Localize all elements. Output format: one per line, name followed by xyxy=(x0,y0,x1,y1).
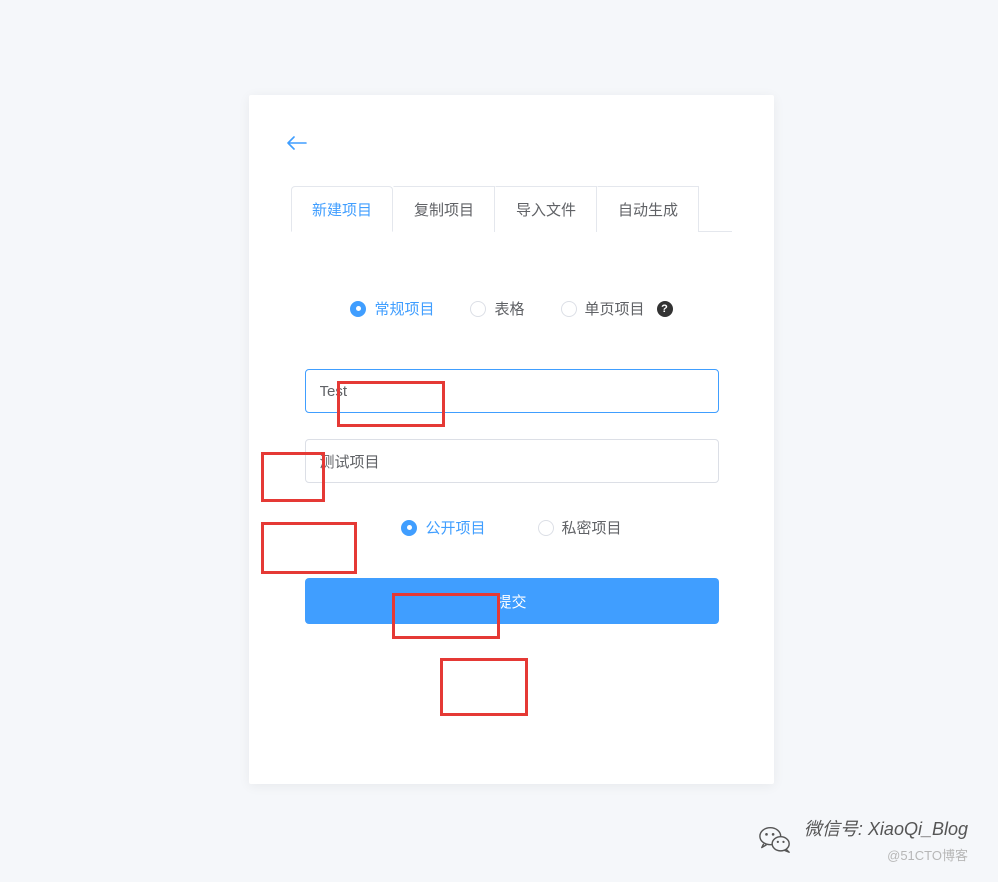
project-name-input[interactable] xyxy=(305,369,719,413)
radio-label: 公开项目 xyxy=(425,517,485,538)
tab-copy-project[interactable]: 复制项目 xyxy=(393,186,495,232)
project-desc-input[interactable] xyxy=(305,439,719,483)
radio-circle-icon xyxy=(538,520,554,536)
tab-import-file[interactable]: 导入文件 xyxy=(495,186,597,232)
radio-table-project[interactable]: 表格 xyxy=(470,298,524,319)
tab-auto-generate[interactable]: 自动生成 xyxy=(597,186,699,232)
radio-single-page-project[interactable]: 单页项目 ? xyxy=(561,298,673,319)
radio-label: 单页项目 xyxy=(585,298,645,319)
radio-circle-icon xyxy=(401,520,417,536)
footer-text: 微信号: XiaoQi_Blog @51CTO博客 xyxy=(804,815,968,864)
wechat-icon xyxy=(758,823,792,857)
highlight-box xyxy=(440,658,528,716)
radio-label: 私密项目 xyxy=(562,517,622,538)
tab-new-project[interactable]: 新建项目 xyxy=(291,186,393,232)
tab-bar: 新建项目 复制项目 导入文件 自动生成 xyxy=(291,186,732,232)
footer-watermark: 微信号: XiaoQi_Blog @51CTO博客 xyxy=(758,815,968,864)
radio-regular-project[interactable]: 常规项目 xyxy=(350,298,434,319)
radio-label: 表格 xyxy=(494,298,524,319)
attribution-label: @51CTO博客 xyxy=(887,845,968,864)
new-project-card: 新建项目 复制项目 导入文件 自动生成 常规项目 表格 单页项目 ? xyxy=(249,95,774,784)
back-arrow-icon[interactable] xyxy=(287,133,307,156)
visibility-radio-group: 公开项目 私密项目 xyxy=(291,517,732,538)
radio-circle-icon xyxy=(350,301,366,317)
radio-label: 常规项目 xyxy=(374,298,434,319)
submit-button[interactable]: 提交 xyxy=(305,578,719,624)
radio-circle-icon xyxy=(561,301,577,317)
radio-private-project[interactable]: 私密项目 xyxy=(538,517,622,538)
project-type-radio-group: 常规项目 表格 单页项目 ? xyxy=(291,298,732,319)
wechat-account-label: 微信号: XiaoQi_Blog xyxy=(804,815,968,841)
help-icon[interactable]: ? xyxy=(657,301,673,317)
radio-public-project[interactable]: 公开项目 xyxy=(401,517,485,538)
radio-circle-icon xyxy=(470,301,486,317)
form-area: 常规项目 表格 单页项目 ? 公开项目 私密项目 提交 xyxy=(291,232,732,624)
